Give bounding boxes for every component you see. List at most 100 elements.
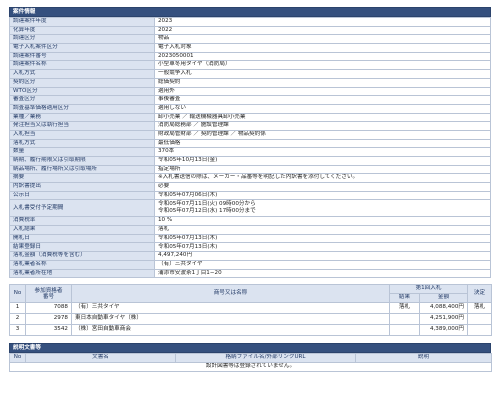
case-info-label: 結果登録日 xyxy=(9,242,155,253)
result-amount: 4,251,900円 xyxy=(419,313,468,326)
result-no: 1 xyxy=(9,302,26,315)
documents-table: No 文書名 格納ファイル名/外部リンクURL 説明 設計図書等は登録されていま… xyxy=(9,353,492,373)
case-info-table: 調達案件年度 2023 化算年度 2022 調達区分 物品 電子入札案件区分 電子入札対象 調達… xyxy=(9,17,491,279)
case-info-row: 公示日 令和05年07月06日(木) xyxy=(9,190,491,201)
case-info-row: 納期、履行期限又は引取期限 令和05年10月13日(金) xyxy=(9,156,491,166)
case-info-row: 化算年度 2022 xyxy=(9,25,491,36)
case-info-row: 摘要 ※入札書送信の際は、メーカー・品番等を明記した内訳書を添付してください。 xyxy=(9,173,491,184)
col-decision: 決定 xyxy=(467,284,492,304)
case-info-label: 調達案件番号 xyxy=(9,51,155,62)
doc-col-desc: 説明 xyxy=(355,353,492,364)
case-info-row: 落札業者所在地 浦添市安波茶1丁目1−20 xyxy=(9,268,491,279)
result-status: 落札 xyxy=(389,302,420,315)
doc-col-name: 文書名 xyxy=(25,353,176,364)
page-container: 案件情報 調達案件年度 2023 化算年度 2022 調達区分 物品 電子入札案件区分 電子入… xyxy=(9,7,492,373)
case-info-row: 調達案件番号 2023050001 xyxy=(9,51,491,62)
case-info-row: 入札書受付予定期間 令和05年07月11日(火) 09時00分から 令和05年07… xyxy=(9,199,491,218)
documents-header: 説明文書等 xyxy=(9,343,491,354)
case-info-value: 令和05年07月06日(木) xyxy=(154,190,491,201)
bid-result-row: 1 7088 （有）三共タイヤ 落札 4,088,400円 落札 xyxy=(9,302,492,315)
case-info-value: 令和05年07月13日(木) xyxy=(154,233,491,244)
result-no: 3 xyxy=(9,324,26,337)
bid-result-row: 3 3542 （株）宮田自動車商会 4,389,000円 xyxy=(9,324,492,337)
case-info-value: 指定場所 xyxy=(154,164,491,175)
result-decision: 落札 xyxy=(467,302,492,315)
case-info-value: 財政局管財部 ／ 契約管理課 ／ 物品契約係 xyxy=(154,129,491,140)
case-info-value: 2023 xyxy=(154,17,491,27)
case-info-value: 適用しない xyxy=(154,103,491,114)
case-info-label: 発注担当又は執行担当 xyxy=(9,121,155,131)
result-bidder-no: 7088 xyxy=(25,302,72,315)
result-decision xyxy=(467,324,492,337)
case-info-label: 落札金額（消費税等を含む） xyxy=(9,251,155,261)
case-info-value: ※入札書送信の際は、メーカー・品番等を明記した内訳書を添付してください。 xyxy=(154,173,491,184)
case-info-row: 数量 370本 xyxy=(9,147,491,157)
case-info-label: 落札業者名称 xyxy=(9,259,155,270)
case-info-value: （有）三共タイヤ xyxy=(154,259,491,270)
case-info-value: 10 % xyxy=(154,216,491,227)
documents-empty-message: 設計図書等は登録されていません。 xyxy=(9,362,492,373)
result-name: 東日本自動車タイヤ（株） xyxy=(71,313,390,326)
doc-col-file: 格納ファイル名/外部リンクURL xyxy=(175,353,356,364)
case-info-label: 調査基準価格適用区分 xyxy=(9,103,155,114)
case-info-value: 浦添市安波茶1丁目1−20 xyxy=(154,268,491,279)
case-info-label: 調達区分 xyxy=(9,34,155,45)
case-info-label: 落札業者所在地 xyxy=(9,268,155,279)
doc-col-no: No xyxy=(9,353,26,364)
case-info-value: 消防局総務部 ／ 施設管理課 xyxy=(154,121,491,131)
result-name: （有）三共タイヤ xyxy=(71,302,390,315)
case-info-label: 電子入札案件区分 xyxy=(9,43,155,53)
result-status xyxy=(389,324,420,337)
col-round-1: 第1回入札 xyxy=(389,284,468,295)
case-info-header: 案件情報 xyxy=(9,7,491,17)
case-info-value: 最低価格 xyxy=(154,138,491,149)
case-info-value: 2023050001 xyxy=(154,51,491,62)
case-info-value: 必要 xyxy=(154,182,491,192)
case-info-value: 令和05年07月13日(木) xyxy=(154,242,491,253)
case-info-row: 開札日 令和05年07月13日(木) xyxy=(9,233,491,244)
col-name: 商号又は名称 xyxy=(71,284,390,304)
case-info-row: 調達案件年度 2023 xyxy=(9,17,491,27)
case-info-row: 審査区分 事後審査 xyxy=(9,95,491,105)
case-info-row: 入札方式 一般競争入札 xyxy=(9,69,491,79)
col-amount: 金額 xyxy=(419,293,468,304)
case-info-value: 物品 xyxy=(154,34,491,45)
case-info-label: 内訳書提出 xyxy=(9,182,155,192)
bid-results-table: No 参加資格者 番号 商号又は名称 第1回入札 決定 結果 金額 1 7088 （… xyxy=(9,284,492,337)
case-info-row: 入札結果 落札 xyxy=(9,225,491,235)
result-status xyxy=(389,313,420,326)
case-info-label: 摘要 xyxy=(9,173,155,184)
result-name: （株）宮田自動車商会 xyxy=(71,324,390,337)
case-info-label: 契約区分 xyxy=(9,77,155,88)
case-info-label: 調達案件年度 xyxy=(9,17,155,27)
case-info-row: 調達案件名称 小型車冬用タイヤ（消防局） xyxy=(9,60,491,71)
case-info-label: WTO区分 xyxy=(9,86,155,97)
case-info-label: 入札担当 xyxy=(9,129,155,140)
case-info-label: 数量 xyxy=(9,147,155,157)
case-info-label: 審査区分 xyxy=(9,95,155,105)
case-info-value: 小型車冬用タイヤ（消防局） xyxy=(154,60,491,71)
result-amount: 4,088,400円 xyxy=(419,302,468,315)
case-info-label: 調達案件名称 xyxy=(9,60,155,71)
case-info-value: 2022 xyxy=(154,25,491,36)
case-info-row: 落札方式 最低価格 xyxy=(9,138,491,149)
case-info-label: 納期、履行期限又は引取期限 xyxy=(9,156,155,166)
case-info-value: 適用外 xyxy=(154,86,491,97)
case-info-value: 卸小売業 ／ 輸送機械器具卸小売業 xyxy=(154,112,491,123)
case-info-value: 4,497,240円 xyxy=(154,251,491,261)
case-info-value: 令和05年10月13日(金) xyxy=(154,156,491,166)
case-info-row: 入札担当 財政局管財部 ／ 契約管理課 ／ 物品契約係 xyxy=(9,129,491,140)
result-no: 2 xyxy=(9,313,26,326)
result-bidder-no: 2978 xyxy=(25,313,72,326)
case-info-label: 入札書受付予定期間 xyxy=(9,199,155,218)
case-info-label: 公示日 xyxy=(9,190,155,201)
case-info-label: 入札結果 xyxy=(9,225,155,235)
case-info-row: 調査基準価格適用区分 適用しない xyxy=(9,103,491,114)
case-info-label: 落札方式 xyxy=(9,138,155,149)
case-info-row: 結果登録日 令和05年07月13日(木) xyxy=(9,242,491,253)
case-info-label: 業種／業務 xyxy=(9,112,155,123)
case-info-value: 一般競争入札 xyxy=(154,69,491,79)
case-info-label: 消費税率 xyxy=(9,216,155,227)
bid-result-row: 2 2978 東日本自動車タイヤ（株） 4,251,900円 xyxy=(9,313,492,326)
